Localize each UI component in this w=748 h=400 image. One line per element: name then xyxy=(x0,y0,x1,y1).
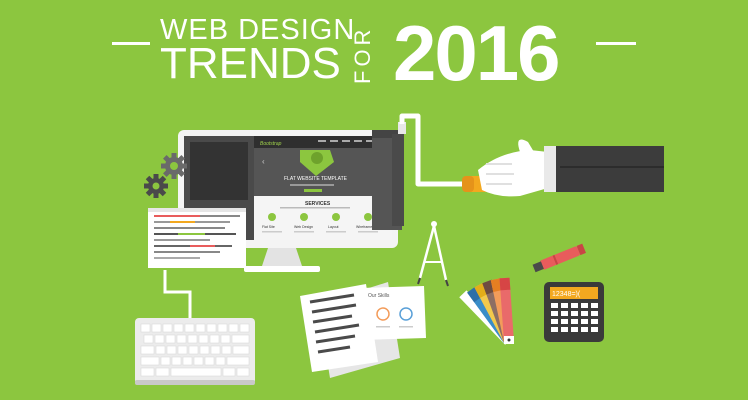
service-card-3: Layout xyxy=(328,225,339,229)
keyboard-icon xyxy=(135,318,255,385)
illustration: Bootstrap FLAT WEBSITE TEMPLATE ‹ › SERV… xyxy=(135,113,664,385)
service-card-2: Web Design xyxy=(294,225,313,229)
services-title: SERVICES xyxy=(305,201,331,207)
calculator-display: 12348=)( xyxy=(552,291,581,298)
hand xyxy=(478,139,664,197)
svg-text:Bootstrap: Bootstrap xyxy=(260,141,282,147)
documents: Our Skills xyxy=(300,282,426,378)
calculator-icon: 12348=)( xyxy=(544,282,604,342)
hero-heading: FLAT WEBSITE TEMPLATE xyxy=(284,176,348,182)
service-card-1: Flat Site xyxy=(262,225,275,229)
svg-text:‹: ‹ xyxy=(262,157,265,166)
compass-icon xyxy=(417,221,449,287)
document-heading: Our Skills xyxy=(368,293,390,299)
banner-canvas: WEB DESIGN TRENDS FOR 2016 Bootstrap FLA… xyxy=(0,0,748,400)
color-swatch-icon xyxy=(459,277,514,345)
service-card-4: Wireframes xyxy=(356,225,374,229)
highlighter-icon xyxy=(532,243,586,273)
code-panel xyxy=(148,208,246,268)
